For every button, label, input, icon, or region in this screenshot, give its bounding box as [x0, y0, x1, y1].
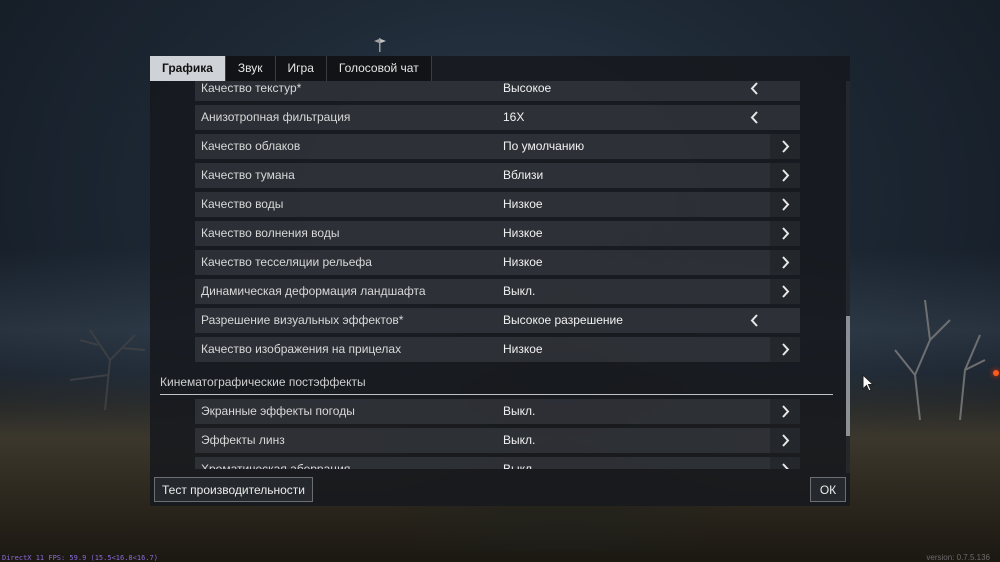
left-arrow-icon[interactable]	[740, 81, 770, 101]
settings-tabs: Графика Звук Игра Голосовой чат	[150, 56, 432, 81]
flag-icon	[374, 38, 386, 52]
right-arrow-icon[interactable]	[770, 337, 800, 362]
setting-value: Низкое	[503, 342, 543, 356]
setting-row-chromatic-aberration: Хроматическая аберрация Выкл.	[195, 457, 800, 469]
left-arrow-icon[interactable]	[740, 105, 770, 130]
fps-stats: DirectX 11 FPS: 59.9 (15.5<16.8<16.7)	[2, 554, 158, 562]
setting-label: Качество изображения на прицелах	[201, 342, 402, 356]
settings-dialog: Графика Звук Игра Голосовой чат Качество…	[150, 56, 850, 506]
setting-row-water-quality: Качество воды Низкое	[195, 192, 800, 217]
tab-sound[interactable]: Звук	[225, 56, 276, 81]
right-arrow-icon[interactable]	[770, 250, 800, 275]
setting-label: Качество облаков	[201, 139, 301, 153]
setting-value: Выкл.	[503, 404, 536, 418]
right-arrow-icon[interactable]	[770, 134, 800, 159]
tab-voice-chat[interactable]: Голосовой чат	[326, 56, 432, 81]
setting-value: Высокое разрешение	[503, 313, 623, 327]
setting-value: По умолчанию	[503, 139, 585, 153]
left-arrow-icon[interactable]	[740, 308, 770, 333]
setting-row-screen-weather-effects: Экранные эффекты погоды Выкл.	[195, 399, 800, 424]
setting-value: Выкл.	[503, 462, 536, 469]
setting-label: Хроматическая аберрация	[201, 462, 351, 469]
setting-row-terrain-tessellation: Качество тесселяции рельефа Низкое	[195, 250, 800, 275]
settings-list[interactable]: Качество текстур* Высокое Анизотропная ф…	[150, 81, 844, 469]
setting-label: Качество волнения воды	[201, 226, 340, 240]
ok-button[interactable]: ОК	[810, 477, 846, 502]
setting-row-texture-quality: Качество текстур* Высокое	[195, 81, 800, 101]
left-bare-tree	[69, 329, 146, 410]
setting-value: Низкое	[503, 197, 543, 211]
setting-value: Низкое	[503, 226, 543, 240]
scrollbar-thumb[interactable]	[846, 316, 850, 436]
setting-row-scope-image-quality: Качество изображения на прицелах Низкое	[195, 337, 800, 362]
setting-row-vfx-resolution: Разрешение визуальных эффектов* Высокое …	[195, 308, 800, 333]
performance-test-button[interactable]: Тест производительности	[154, 477, 313, 502]
setting-row-fog-quality: Качество тумана Вблизи	[195, 163, 800, 188]
setting-row-anisotropic-filtering: Анизотропная фильтрация 16X	[195, 105, 800, 130]
setting-value: 16X	[503, 110, 525, 124]
setting-value: Вблизи	[503, 168, 544, 182]
setting-label: Качество текстур*	[201, 81, 302, 95]
version-label: version: 0.7.5.136	[926, 553, 990, 562]
setting-row-water-waves: Качество волнения воды Низкое	[195, 221, 800, 246]
right-arrow-icon[interactable]	[770, 192, 800, 217]
setting-label: Экранные эффекты погоды	[201, 404, 355, 418]
settings-scrollbar[interactable]	[846, 81, 850, 473]
setting-label: Качество тесселяции рельефа	[201, 255, 372, 269]
right-arrow-icon[interactable]	[770, 399, 800, 424]
setting-row-lens-effects: Эффекты линз Выкл.	[195, 428, 800, 453]
fire-ember	[993, 370, 999, 376]
setting-label: Динамическая деформация ландшафта	[201, 284, 426, 298]
right-arrow-icon[interactable]	[770, 163, 800, 188]
mouse-cursor-icon	[862, 374, 874, 392]
tab-game[interactable]: Игра	[275, 56, 327, 81]
right-arrow-icon[interactable]	[770, 428, 800, 453]
section-divider	[160, 394, 833, 395]
setting-label: Качество воды	[201, 197, 284, 211]
setting-value: Низкое	[503, 255, 543, 269]
setting-value: Высокое	[503, 81, 552, 95]
right-arrow-icon[interactable]	[770, 457, 800, 469]
tab-graphics[interactable]: Графика	[150, 56, 226, 81]
section-title-cinematic: Кинематографические постэффекты	[160, 375, 366, 389]
right-arrow-icon[interactable]	[770, 279, 800, 304]
setting-value: Выкл.	[503, 284, 536, 298]
right-bare-tree	[894, 299, 986, 420]
setting-label: Качество тумана	[201, 168, 295, 182]
setting-row-terrain-deformation: Динамическая деформация ландшафта Выкл.	[195, 279, 800, 304]
setting-label: Разрешение визуальных эффектов*	[201, 313, 404, 327]
setting-row-cloud-quality: Качество облаков По умолчанию	[195, 134, 800, 159]
setting-label: Анизотропная фильтрация	[201, 110, 351, 124]
setting-value: Выкл.	[503, 433, 536, 447]
setting-label: Эффекты линз	[201, 433, 285, 447]
right-arrow-icon[interactable]	[770, 221, 800, 246]
